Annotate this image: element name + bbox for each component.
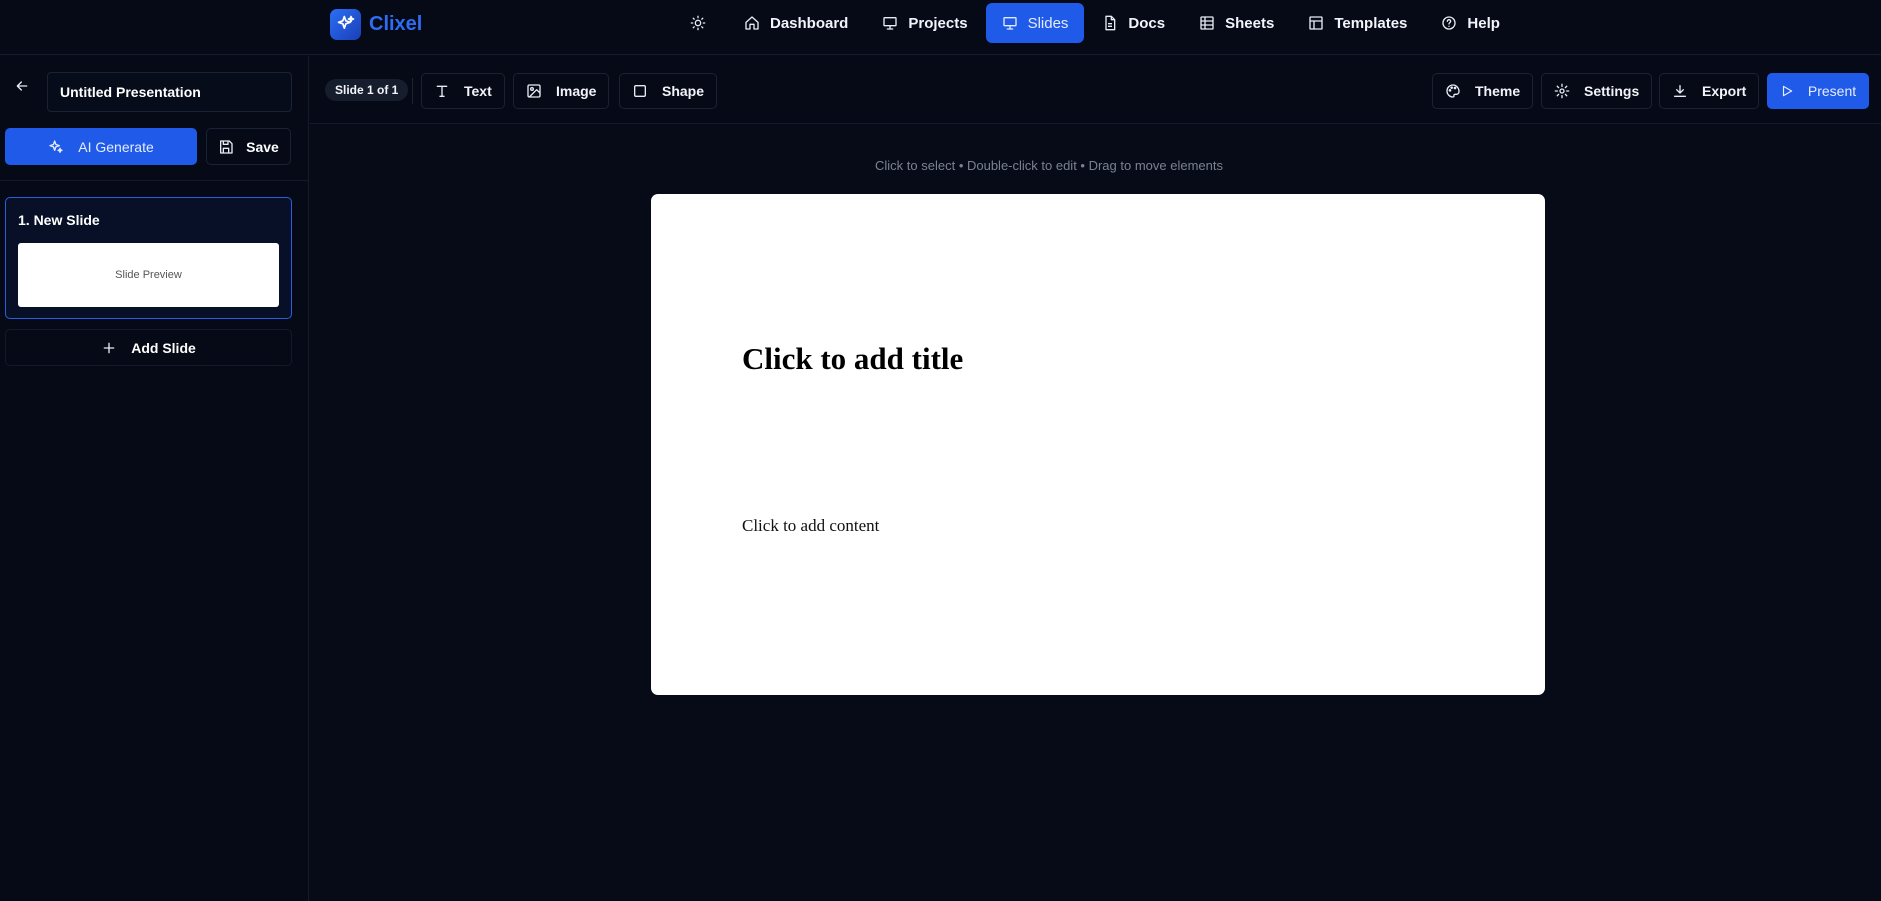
slides-sidebar: AI Generate Save 1. New Slide Slide Prev… — [0, 56, 309, 901]
home-icon — [744, 15, 760, 31]
top-navigation: Clixel Dashboard Projects Slides Docs Sh… — [0, 0, 1881, 55]
save-icon — [218, 139, 234, 155]
document-icon — [1102, 15, 1118, 31]
add-image-button[interactable]: Image — [513, 73, 610, 109]
nav-item-dashboard[interactable]: Dashboard — [728, 3, 864, 43]
download-icon — [1672, 83, 1688, 99]
nav-item-help[interactable]: Help — [1425, 3, 1516, 43]
presentation-icon — [882, 15, 898, 31]
help-circle-icon — [1441, 15, 1457, 31]
ai-generate-button[interactable]: AI Generate — [5, 128, 197, 165]
palette-icon — [1445, 83, 1461, 99]
table-icon — [1199, 15, 1215, 31]
add-slide-button[interactable]: Add Slide — [5, 329, 292, 366]
nav-item-label: Templates — [1334, 14, 1408, 32]
nav-item-label: Dashboard — [770, 14, 849, 32]
square-icon — [632, 83, 648, 99]
main-nav: Dashboard Projects Slides Docs Sheets Te… — [680, 3, 1518, 43]
nav-item-label: Slides — [1027, 14, 1069, 32]
save-label: Save — [246, 138, 279, 155]
present-label: Present — [1807, 83, 1857, 99]
add-text-button[interactable]: Text — [421, 73, 505, 109]
export-button[interactable]: Export — [1659, 73, 1760, 109]
add-slide-label: Add Slide — [131, 339, 196, 356]
add-text-label: Text — [464, 83, 492, 99]
slide-canvas[interactable]: Click to add title Click to add content — [651, 194, 1545, 695]
slide-canvas-area: Click to select • Double-click to edit •… — [310, 125, 1881, 901]
sidebar-header: AI Generate Save — [0, 56, 309, 181]
save-button[interactable]: Save — [206, 128, 291, 165]
nav-item-label: Docs — [1128, 14, 1166, 32]
slide-content-placeholder[interactable]: Click to add content — [742, 516, 879, 536]
nav-item-templates[interactable]: Templates — [1292, 3, 1423, 43]
add-image-label: Image — [556, 83, 597, 99]
nav-item-label: Sheets — [1225, 14, 1275, 32]
type-icon — [434, 83, 450, 99]
presentation-icon — [1002, 15, 1018, 31]
settings-button[interactable]: Settings — [1541, 73, 1653, 109]
add-shape-button[interactable]: Shape — [619, 73, 718, 109]
brand[interactable]: Clixel — [330, 8, 422, 40]
add-shape-label: Shape — [662, 83, 705, 99]
nav-item-slides[interactable]: Slides — [985, 3, 1085, 43]
settings-label: Settings — [1584, 83, 1640, 99]
layout-icon — [1308, 15, 1324, 31]
brand-name: Clixel — [369, 12, 423, 35]
theme-button[interactable]: Theme — [1432, 73, 1534, 109]
nav-item-projects[interactable]: Projects — [866, 3, 983, 43]
slide-title-placeholder[interactable]: Click to add title — [742, 341, 963, 377]
nav-item-docs[interactable]: Docs — [1086, 3, 1181, 43]
sparkles-logo-icon — [330, 8, 361, 40]
theme-label: Theme — [1475, 83, 1521, 99]
slide-list-item-title: 1. New Slide — [18, 212, 100, 228]
plus-icon — [101, 340, 117, 356]
toolbar-divider — [412, 78, 413, 104]
present-button[interactable]: Present — [1767, 73, 1869, 109]
slide-thumbnail[interactable]: Slide Preview — [18, 243, 279, 307]
play-icon — [1780, 84, 1794, 98]
export-label: Export — [1702, 83, 1747, 99]
sun-icon[interactable] — [680, 5, 716, 41]
slide-thumbnail-label: Slide Preview — [115, 269, 182, 281]
editor-hint: Click to select • Double-click to edit •… — [875, 158, 1223, 173]
gear-icon — [1554, 83, 1570, 99]
sparkles-icon — [48, 139, 64, 155]
nav-item-label: Projects — [908, 14, 968, 32]
presentation-title-input[interactable] — [47, 72, 292, 112]
app-root: Clixel Dashboard Projects Slides Docs Sh… — [0, 0, 1881, 901]
slide-counter-badge: Slide 1 of 1 — [325, 79, 409, 101]
nav-item-label: Help — [1467, 14, 1500, 32]
editor-toolbar: Slide 1 of 1 Text Image Shape Theme Sett… — [310, 56, 1881, 124]
slide-list-item[interactable]: 1. New Slide Slide Preview — [5, 197, 292, 319]
arrow-left-icon[interactable] — [10, 74, 34, 98]
nav-item-sheets[interactable]: Sheets — [1183, 3, 1290, 43]
ai-generate-label: AI Generate — [78, 138, 154, 155]
image-icon — [526, 83, 542, 99]
